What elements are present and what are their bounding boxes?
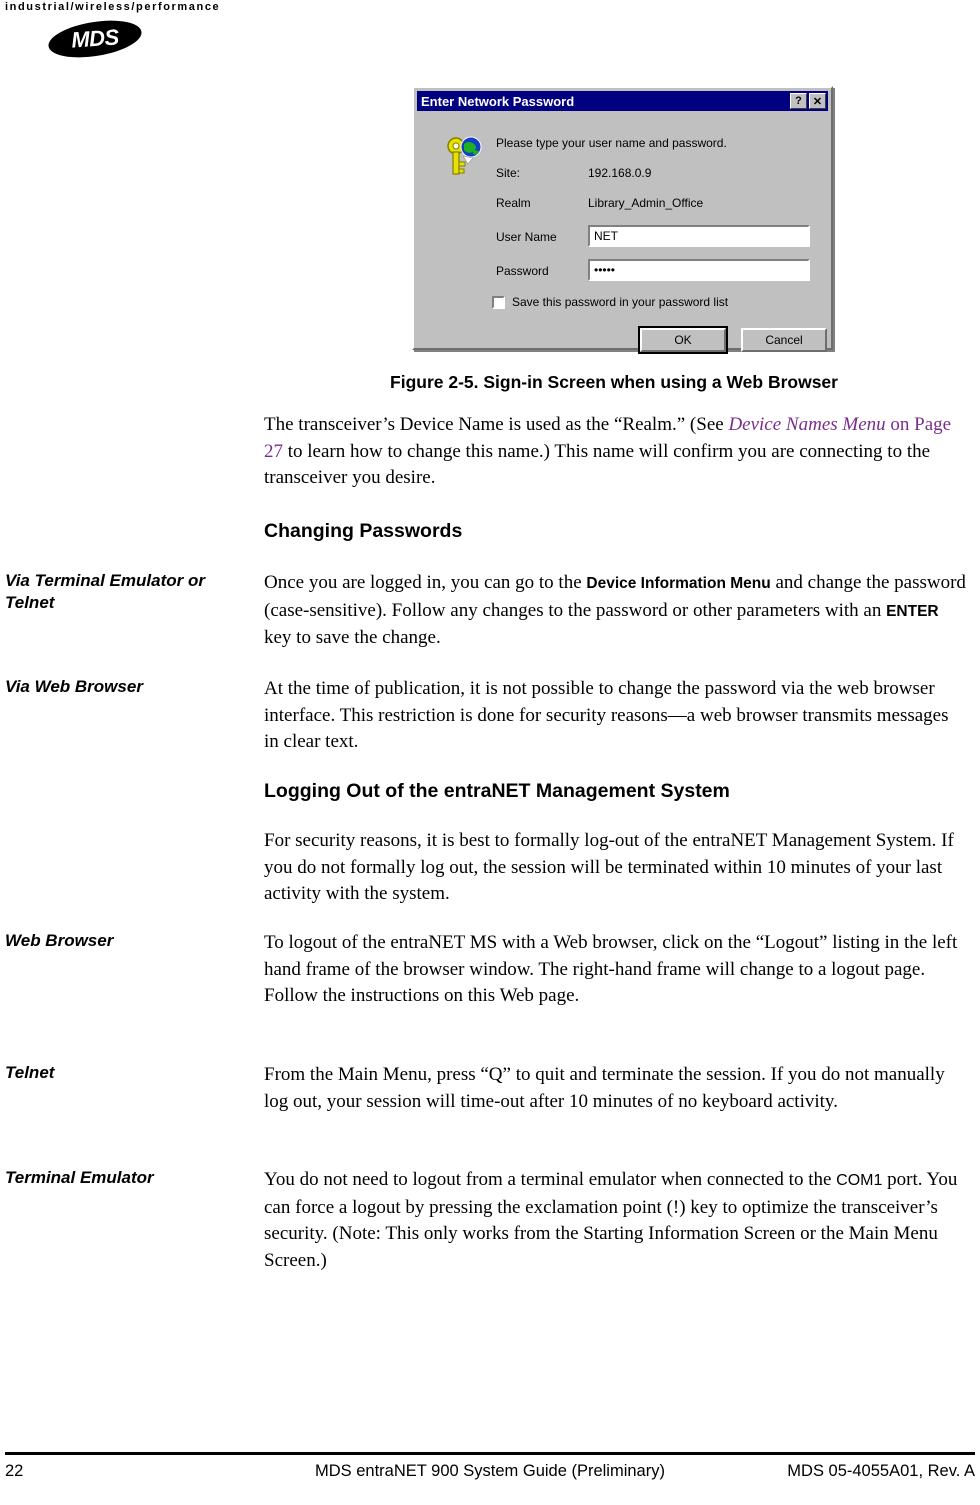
logo-wordmark: MDS xyxy=(70,24,120,53)
site-value: 192.168.0.9 xyxy=(588,166,652,180)
footer-divider xyxy=(5,1452,975,1455)
help-icon[interactable]: ? xyxy=(790,93,807,109)
tagline-text: industrial/wireless/performance xyxy=(5,1,221,13)
page-header: industrial/wireless/performance MDS xyxy=(0,0,980,70)
save-password-label: Save this password in your password list xyxy=(512,295,729,309)
telnet-paragraph: From the Main Menu, press “Q” to quit an… xyxy=(264,1064,945,1112)
side-heading-telnet: Telnet xyxy=(5,1063,55,1082)
key-globe-icon xyxy=(442,136,488,178)
figure-caption: Figure 2-5. Sign-in Screen when using a … xyxy=(390,372,838,392)
intro-text-part1: The transceiver’s Device Name is used as… xyxy=(264,414,729,435)
footer-part-number: MDS 05-4055A01, Rev. A xyxy=(787,1462,975,1480)
web-browser-paragraph: To logout of the entraNET MS with a Web … xyxy=(264,932,958,1006)
ok-button[interactable]: OK xyxy=(638,326,728,354)
dialog-title-bar[interactable]: Enter Network Password ? ✕ xyxy=(417,91,828,111)
save-password-checkbox[interactable] xyxy=(492,296,505,309)
dialog-prompt: Please type your user name and password. xyxy=(496,136,727,150)
dialog-title: Enter Network Password xyxy=(421,93,575,109)
via-terminal-text-part3: key to save the change. xyxy=(264,627,441,648)
terminal-emulator-paragraph: You do not need to logout from a termina… xyxy=(264,1167,967,1274)
figure-sign-in-screen: Enter Network Password ? ✕ Please type y… xyxy=(412,86,833,354)
via-terminal-paragraph: Once you are logged in, you can go to th… xyxy=(264,570,967,652)
side-heading-via-terminal-emulator-or-telnet: Via Terminal Emulator or Telnet xyxy=(5,571,205,612)
terminal-emulator-text-part1: You do not need to logout from a termina… xyxy=(264,1169,837,1190)
xref-device-names-menu[interactable]: Device Names Menu xyxy=(728,414,885,435)
mds-logo: MDS xyxy=(45,14,145,64)
site-label: Site: xyxy=(496,166,521,180)
page-footer: 22 MDS entraNET 900 System Guide (Prelim… xyxy=(5,1462,975,1488)
enter-network-password-dialog: Enter Network Password ? ✕ Please type y… xyxy=(412,86,833,354)
cancel-button[interactable]: Cancel xyxy=(741,328,827,352)
password-label: Password xyxy=(496,264,549,278)
side-heading-web-browser: Web Browser xyxy=(5,931,114,950)
heading-logging-out: Logging Out of the entraNET Management S… xyxy=(264,780,730,802)
username-input[interactable] xyxy=(588,225,810,247)
ui-term-device-information-menu: Device Information Menu xyxy=(586,575,771,592)
password-input[interactable] xyxy=(588,259,810,281)
side-heading-via-web-browser: Via Web Browser xyxy=(5,677,143,696)
intro-paragraph: The transceiver’s Device Name is used as… xyxy=(264,412,967,492)
realm-label: Realm xyxy=(496,196,531,210)
close-icon[interactable]: ✕ xyxy=(809,93,826,109)
via-web-browser-paragraph: At the time of publication, it is not po… xyxy=(264,678,949,752)
realm-value: Library_Admin_Office xyxy=(588,196,704,210)
via-terminal-text-part1: Once you are logged in, you can go to th… xyxy=(264,572,587,593)
heading-changing-passwords: Changing Passwords xyxy=(264,520,463,542)
ui-term-enter-key: ENTER xyxy=(886,602,939,620)
intro-text-part2: to learn how to change this name.) This … xyxy=(264,440,931,489)
side-heading-terminal-emulator: Terminal Emulator xyxy=(5,1168,154,1187)
username-label: User Name xyxy=(496,230,557,244)
logging-out-paragraph: For security reasons, it is best to form… xyxy=(264,830,954,904)
ui-term-com1-port: COM1 xyxy=(836,1172,883,1189)
dialog-body: Please type your user name and password.… xyxy=(414,114,831,354)
